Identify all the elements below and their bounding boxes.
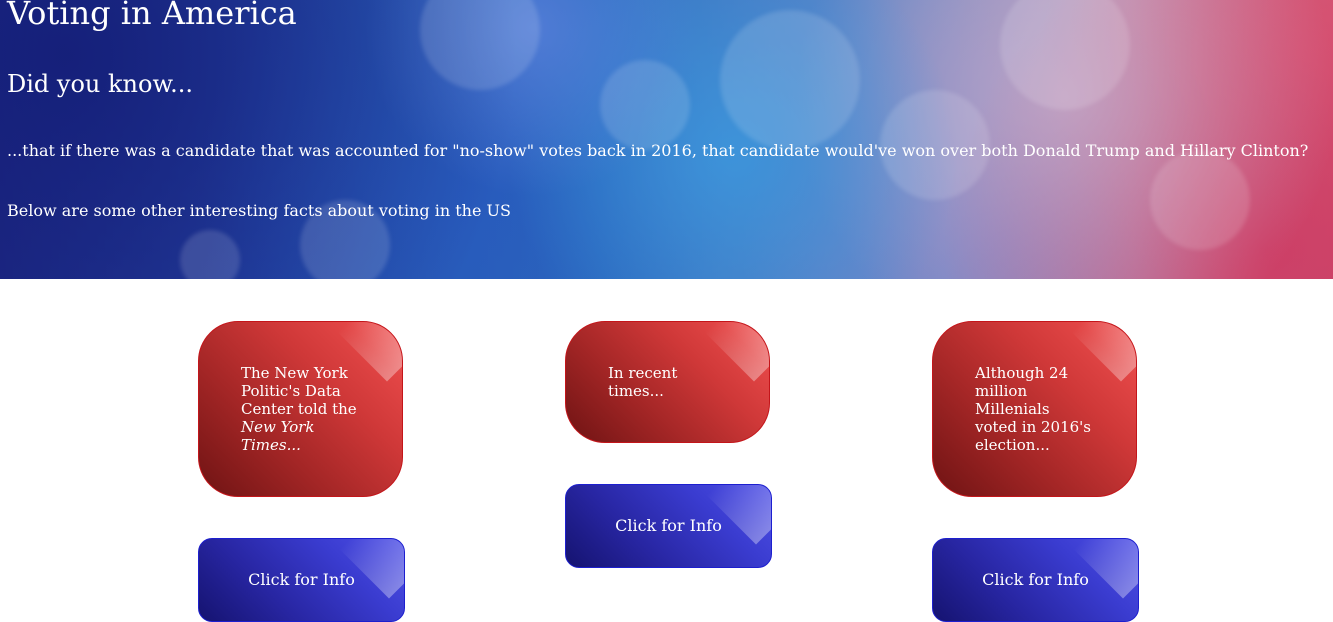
click-for-info-button-3[interactable]: Click for Info: [932, 538, 1139, 622]
fact-card-text-italic: New York Times...: [241, 418, 315, 454]
hero-banner: Voting in America Did you know... ...tha…: [0, 0, 1333, 279]
fact-card-text: In recent times...: [608, 364, 738, 400]
bokeh-light: [420, 0, 540, 90]
bokeh-light: [600, 60, 690, 150]
hero-fact-text: ...that if there was a candidate that wa…: [7, 141, 1309, 160]
click-for-info-button-2[interactable]: Click for Info: [565, 484, 772, 568]
bokeh-light: [1150, 150, 1250, 250]
bokeh-light: [1000, 0, 1130, 110]
click-for-info-button-1[interactable]: Click for Info: [198, 538, 405, 622]
fact-card-text-main: The New York Politic's Data Center told …: [241, 364, 357, 418]
fact-card-text-main: Although 24 million Millenials voted in …: [975, 364, 1092, 454]
fact-card-millennials: Although 24 million Millenials voted in …: [932, 321, 1137, 497]
fact-card-nyt: The New York Politic's Data Center told …: [198, 321, 403, 497]
bokeh-light: [720, 10, 860, 150]
fact-card-text: Although 24 million Millenials voted in …: [975, 364, 1095, 454]
fact-card-recent-times: In recent times...: [565, 321, 770, 443]
hero-subtitle: Did you know...: [7, 70, 194, 98]
fact-card-text-main: In recent times...: [608, 364, 678, 400]
bokeh-light: [180, 230, 240, 279]
hero-intro-text: Below are some other interesting facts a…: [7, 201, 511, 220]
fact-card-text: The New York Politic's Data Center told …: [241, 364, 371, 454]
page-title: Voting in America: [7, 0, 297, 32]
